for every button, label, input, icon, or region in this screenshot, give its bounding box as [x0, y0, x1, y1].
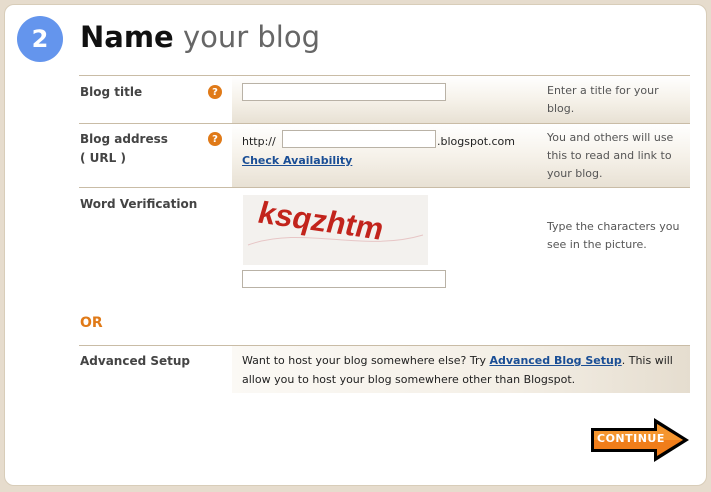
- blog-address-input[interactable]: [282, 130, 436, 148]
- blog-title-label: Blog title: [80, 85, 143, 99]
- blog-address-label-line1: Blog address: [80, 132, 168, 146]
- title-rest: your blog: [182, 20, 320, 54]
- advanced-setup-text-before: Want to host your blog somewhere else? T…: [242, 354, 490, 367]
- check-availability-link-text[interactable]: Check Availability: [242, 154, 352, 167]
- step-number-badge: 2: [17, 16, 63, 62]
- page-title: Name your blog: [80, 20, 320, 54]
- captcha-image: ksqzhtm: [243, 195, 428, 265]
- check-availability-link[interactable]: Check Availability: [242, 152, 352, 170]
- word-verification-hint: Type the characters you see in the pictu…: [547, 220, 680, 251]
- blog-address-label-line2: ( URL ): [80, 151, 126, 165]
- help-question-icon[interactable]: ?: [208, 85, 222, 99]
- word-verification-label: Word Verification: [80, 197, 198, 211]
- word-verification-input[interactable]: [242, 270, 446, 288]
- advanced-blog-setup-link[interactable]: Advanced Blog Setup: [489, 354, 621, 367]
- blog-address-hint: You and others will use this to read and…: [547, 131, 674, 180]
- advanced-setup-description: Want to host your blog somewhere else? T…: [242, 351, 682, 389]
- continue-label: CONTINUE: [597, 432, 665, 445]
- url-suffix: .blogspot.com: [437, 135, 515, 148]
- blog-address-label: Blog address ( URL ): [80, 130, 168, 168]
- divider: [79, 187, 690, 188]
- or-separator: OR: [80, 315, 103, 331]
- title-bold: Name: [80, 20, 174, 54]
- advanced-setup-label: Advanced Setup: [80, 354, 191, 368]
- help-question-icon[interactable]: ?: [208, 132, 222, 146]
- blog-title-input[interactable]: [242, 83, 446, 101]
- continue-button[interactable]: CONTINUE: [588, 416, 692, 464]
- url-prefix: http://: [242, 135, 276, 148]
- blog-title-hint: Enter a title for your blog.: [547, 84, 659, 115]
